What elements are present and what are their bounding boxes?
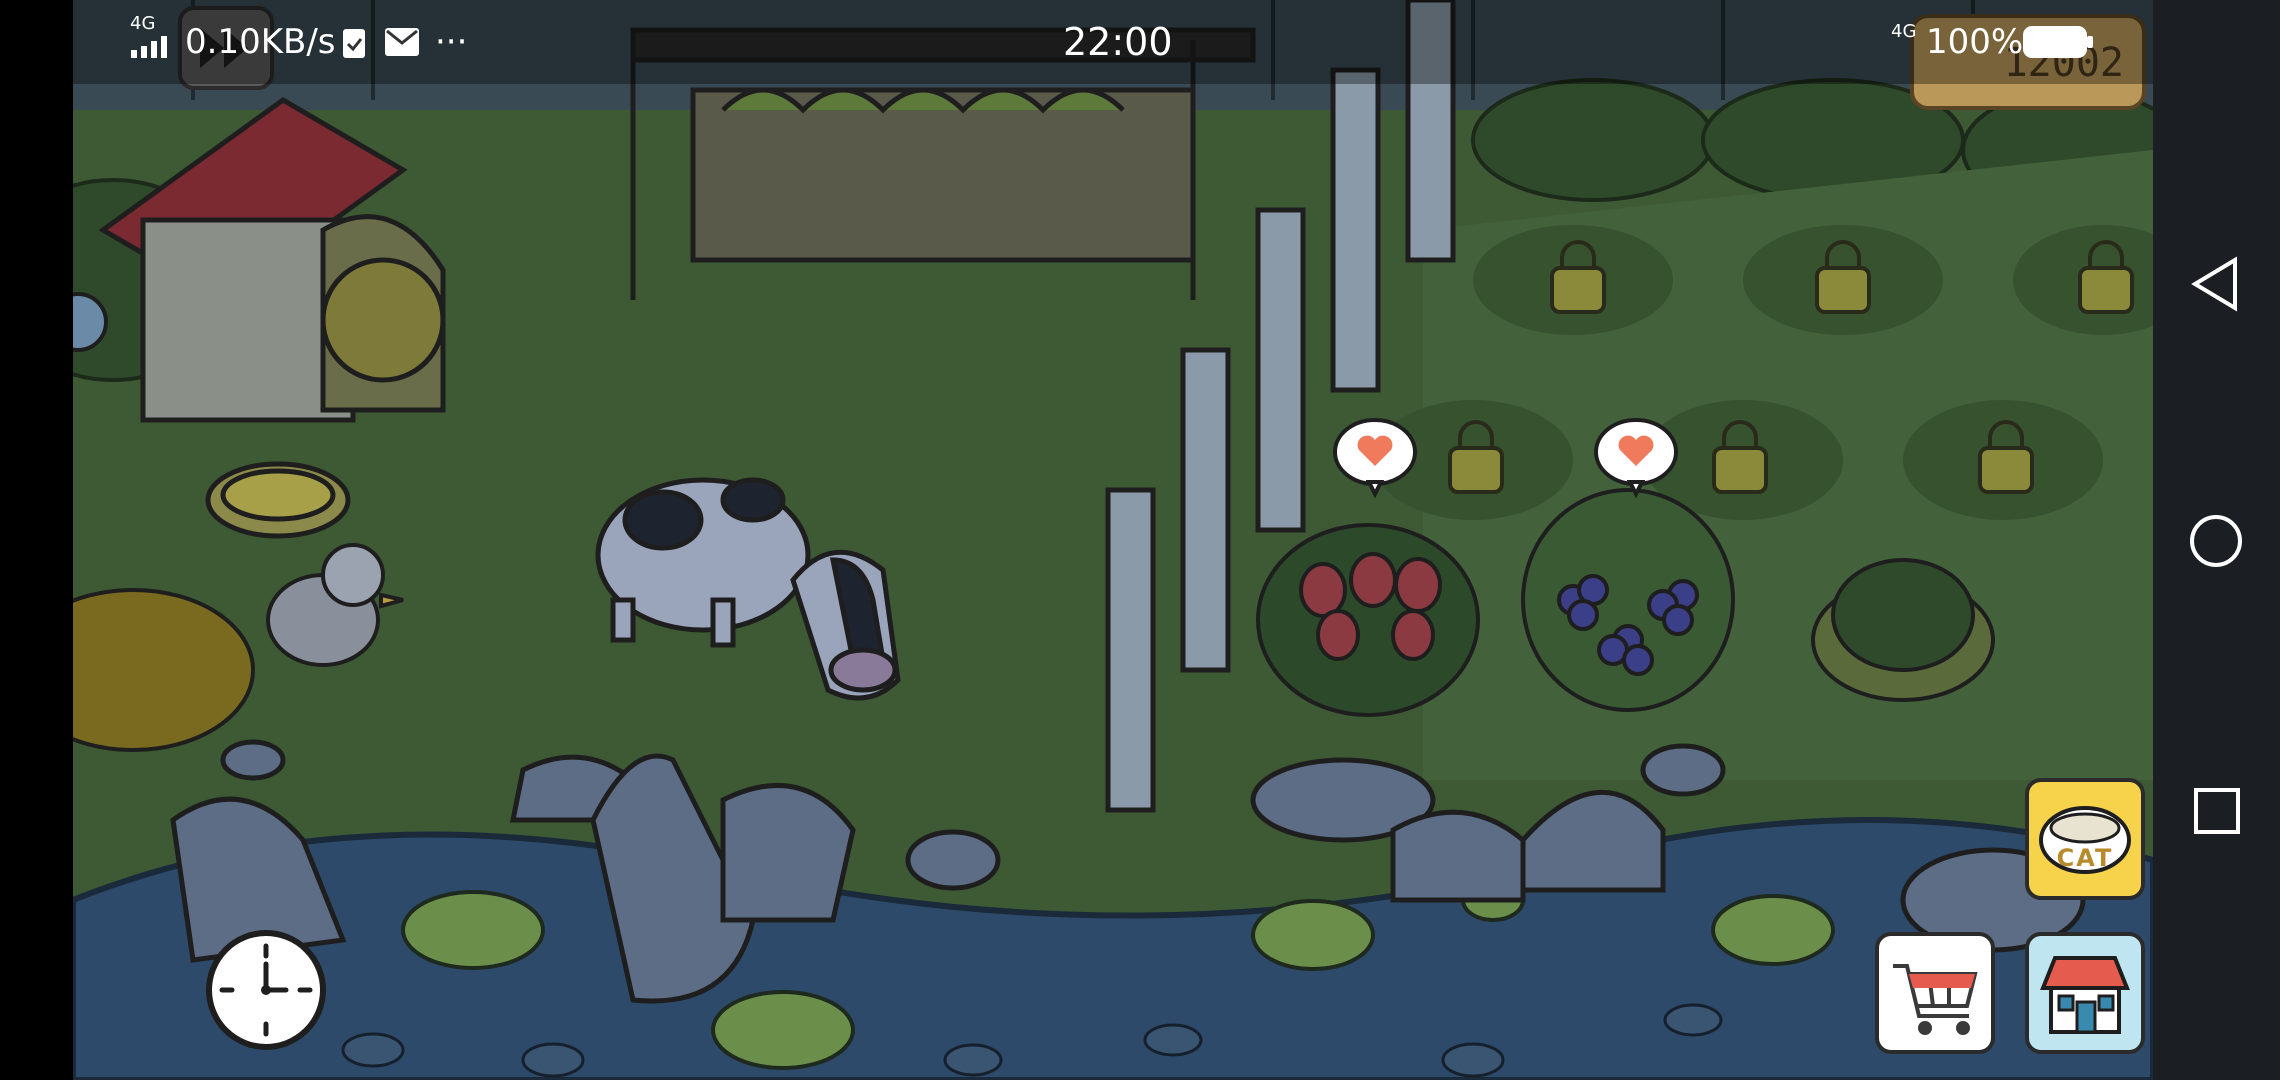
battery-icon <box>2023 26 2093 58</box>
more-notifications: ··· <box>435 22 468 62</box>
battery-percent: 100% <box>1926 22 2024 62</box>
clock-button[interactable] <box>206 930 326 1050</box>
cat-food-label: CAT <box>2056 844 2114 872</box>
network-label-right: 4G <box>1891 21 1917 42</box>
cat-food-button[interactable]: CAT <box>2025 778 2145 900</box>
feed-bowl <box>205 461 351 539</box>
network-label: 4G <box>130 13 156 34</box>
shop-icon <box>2040 956 2130 1034</box>
shop-button[interactable] <box>2025 932 2145 1054</box>
game-scene: 12002 CAT <box>73 0 2153 1080</box>
strawberry-bush <box>1256 523 1480 717</box>
status-bar: 4G 0.10KB/s ··· 22:00 4G 100% <box>73 0 2153 84</box>
garden-scene <box>73 0 2153 1080</box>
clipboard-icon <box>343 29 365 58</box>
signal-icon <box>131 36 167 58</box>
shopping-cart-button[interactable] <box>1875 932 1995 1054</box>
home-icon[interactable] <box>2189 514 2243 568</box>
mail-icon <box>385 28 419 56</box>
network-speed: 0.10KB/s <box>185 22 336 62</box>
recents-icon[interactable] <box>2193 787 2241 835</box>
grape-bush <box>1521 488 1735 712</box>
clock-icon <box>219 943 313 1037</box>
cat-food-bowl-icon <box>2039 806 2131 874</box>
shopping-cart-icon <box>1893 964 1978 1035</box>
clock-time: 22:00 <box>1063 20 1173 64</box>
back-icon[interactable] <box>2189 256 2241 312</box>
navigation-bar <box>2153 0 2280 1080</box>
